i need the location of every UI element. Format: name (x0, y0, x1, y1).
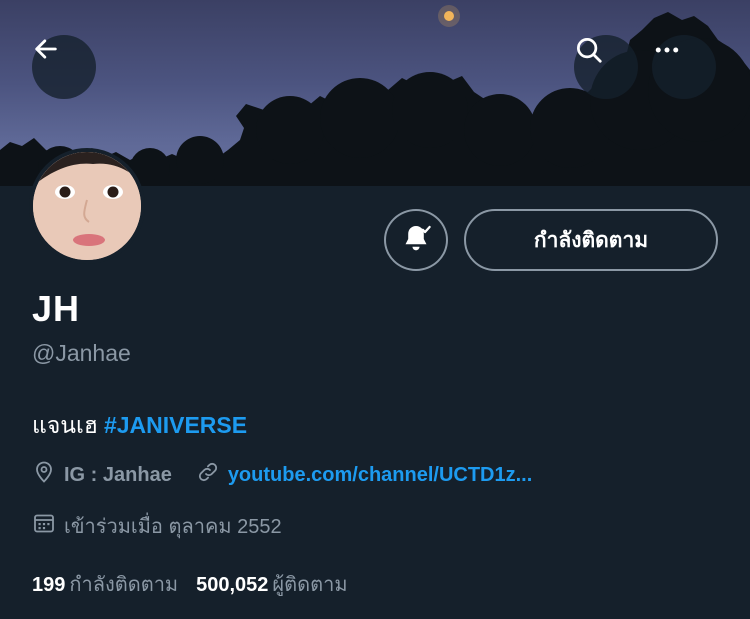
back-button[interactable] (32, 35, 96, 99)
joined-item: เข้าร่วมเมื่อ ตุลาคม 2552 (32, 510, 282, 542)
bio-text: แจนเฮ (32, 412, 98, 438)
following-label: กำลังติดตาม (69, 574, 179, 596)
website-item: youtube.com/channel/UCTD1z... (196, 460, 532, 490)
following-button[interactable]: กำลังติดตาม (464, 209, 718, 271)
search-button[interactable] (574, 35, 638, 99)
followers-count: 500,052 (196, 574, 269, 596)
profile-avatar[interactable] (29, 148, 145, 264)
calendar-icon (32, 511, 64, 541)
location-text: IG : Janhae (64, 463, 172, 486)
following-button-label: กำลังติดตาม (533, 228, 649, 252)
more-options-button[interactable] (652, 35, 716, 99)
location-item: IG : Janhae (32, 460, 172, 490)
username-handle: @Janhae (32, 340, 131, 366)
following-count: 199 (32, 574, 66, 596)
website-link[interactable]: youtube.com/channel/UCTD1z... (228, 464, 532, 487)
profile-meta-row: IG : Janhae youtube.com/channel/UCTD1z..… (32, 460, 532, 490)
follow-stats: 199 กำลังติดตาม 500,052 ผู้ติดตาม (32, 568, 366, 600)
joined-date-text: เข้าร่วมเมื่อ ตุลาคม 2552 (64, 516, 282, 538)
bell-subscribed-icon (399, 221, 433, 260)
following-stat-link[interactable]: 199 กำลังติดตาม (32, 568, 178, 600)
joined-row: เข้าร่วมเมื่อ ตุลาคม 2552 (32, 510, 282, 542)
bio-hashtag-link[interactable]: #JANIVERSE (104, 412, 247, 438)
location-pin-icon (32, 460, 64, 490)
display-name: JH (32, 288, 81, 329)
avatar-photo (33, 152, 141, 260)
profile-bio: แจนเฮ #JANIVERSE (32, 408, 247, 444)
notification-bell-button[interactable] (384, 209, 448, 271)
link-icon (196, 460, 228, 490)
followers-stat-link[interactable]: 500,052 ผู้ติดตาม (196, 568, 347, 600)
followers-label: ผู้ติดตาม (272, 574, 348, 596)
